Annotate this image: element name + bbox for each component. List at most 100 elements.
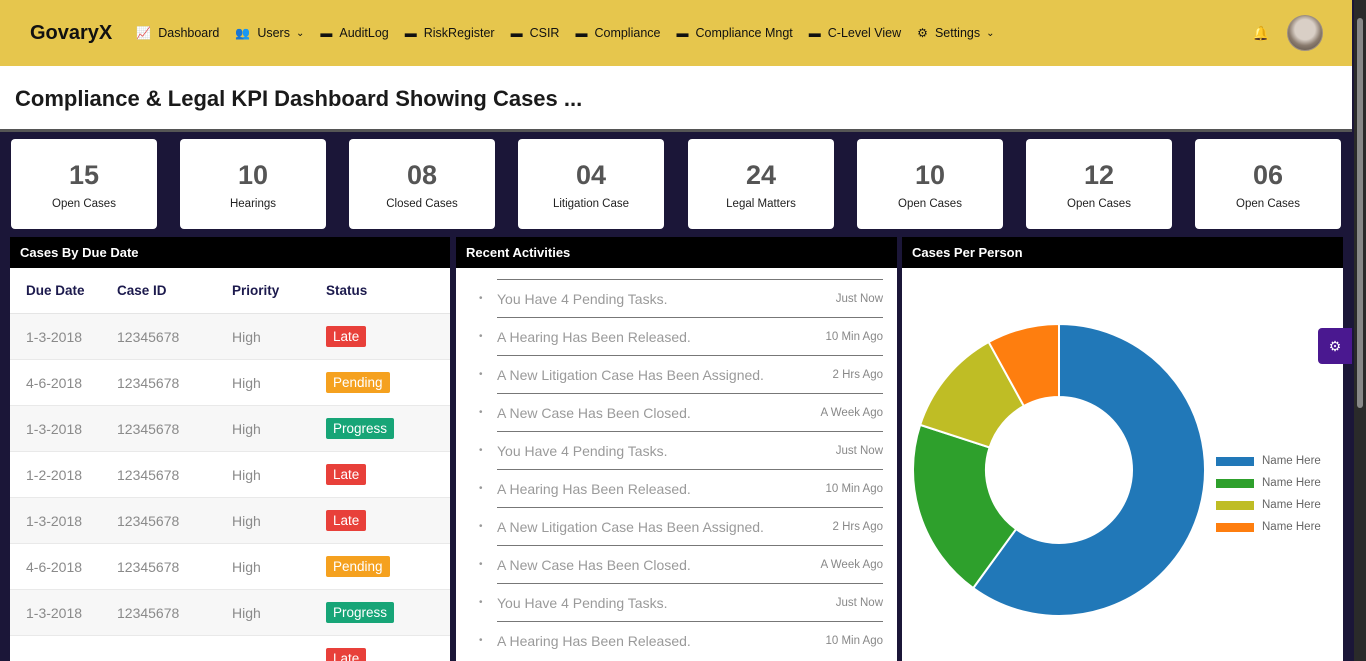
cases-by-due-date-panel: Cases By Due Date Due Date Case ID Prior… bbox=[10, 237, 450, 661]
bullet-icon: • bbox=[479, 444, 483, 456]
status-badge: Progress bbox=[326, 602, 395, 623]
legend-item[interactable]: Name Here bbox=[1216, 516, 1321, 538]
bullet-icon: • bbox=[479, 520, 483, 532]
scrollbar-thumb[interactable] bbox=[1357, 18, 1363, 408]
bullet-icon: • bbox=[479, 482, 483, 494]
top-navbar: GovaryX 📈 Dashboard 👥 Users ⌄ ▬ AuditLog ▬ RiskR… bbox=[0, 0, 1352, 66]
table-row[interactable]: Late bbox=[10, 636, 450, 661]
activity-text: A Hearing Has Been Released. bbox=[497, 480, 691, 497]
bullet-icon: • bbox=[479, 634, 483, 646]
cases-per-person-panel: Cases Per Person Name Here Name Here Name … bbox=[902, 237, 1343, 661]
list-item[interactable]: • A Hearing Has Been Released. 10 Min Ago bbox=[479, 469, 883, 507]
due-date-cell: 4-6-2018 bbox=[26, 374, 83, 391]
activity-text: A Hearing Has Been Released. bbox=[497, 632, 691, 649]
case-id-cell: 12345678 bbox=[117, 558, 180, 575]
activity-time: A Week Ago bbox=[820, 558, 883, 571]
table-row[interactable]: 1-3-2018 12345678 High Late bbox=[10, 314, 450, 360]
legend-swatch bbox=[1216, 500, 1254, 510]
list-item[interactable]: • A New Case Has Been Closed. A Week Ago bbox=[479, 545, 883, 583]
kpi-label: Open Cases bbox=[898, 198, 962, 210]
nav-item-auditlog[interactable]: ▬ AuditLog bbox=[320, 26, 388, 40]
activity-time: A Week Ago bbox=[820, 406, 883, 419]
kpi-card[interactable]: 06 Open Cases bbox=[1195, 139, 1341, 229]
kpi-label: Litigation Case bbox=[552, 198, 630, 210]
kpi-value: 10 bbox=[237, 160, 269, 190]
nav-item-riskregister[interactable]: ▬ RiskRegister bbox=[405, 26, 495, 40]
chart-legend: Name Here Name Here Name Here Name Here bbox=[1216, 450, 1321, 538]
column-header[interactable]: Status bbox=[326, 283, 446, 298]
status-badge: Pending bbox=[326, 556, 390, 577]
nav-item-compliance[interactable]: ▬ Compliance bbox=[575, 26, 660, 40]
due-date-cell: 1-2-2018 bbox=[26, 466, 83, 483]
kpi-card[interactable]: 15 Open Cases bbox=[11, 139, 157, 229]
bullet-icon: • bbox=[479, 368, 483, 380]
legend-swatch bbox=[1216, 522, 1254, 532]
table-row[interactable]: 1-2-2018 12345678 High Late bbox=[10, 452, 450, 498]
due-date-cell: 1-3-2018 bbox=[26, 512, 83, 529]
case-id-cell: 12345678 bbox=[117, 328, 180, 345]
priority-cell: High bbox=[232, 466, 261, 483]
status-badge: Late bbox=[326, 510, 367, 531]
kpi-card[interactable]: 08 Closed Cases bbox=[349, 139, 495, 229]
list-item[interactable]: • You Have 4 Pending Tasks. Just Now bbox=[479, 279, 883, 317]
activity-time: Just Now bbox=[835, 292, 883, 305]
list-item[interactable]: • A Hearing Has Been Released. 10 Min Ago bbox=[479, 621, 883, 659]
list-icon: ▬ bbox=[575, 26, 588, 40]
table-row[interactable]: 4-6-2018 12345678 High Pending bbox=[10, 360, 450, 406]
due-date-cell: 1-3-2018 bbox=[26, 604, 83, 621]
scrollbar[interactable] bbox=[1354, 0, 1366, 661]
column-header[interactable]: Case ID bbox=[117, 283, 232, 298]
kpi-value: 15 bbox=[68, 160, 100, 190]
column-header[interactable]: Due Date bbox=[10, 283, 117, 298]
nav-item-dashboard[interactable]: 📈 Dashboard bbox=[136, 26, 219, 40]
avatar[interactable] bbox=[1287, 15, 1323, 51]
list-item[interactable]: • You Have 4 Pending Tasks. Just Now bbox=[479, 583, 883, 621]
kpi-label: Legal Matters bbox=[726, 198, 796, 210]
kpi-card[interactable]: 24 Legal Matters bbox=[688, 139, 834, 229]
bell-icon[interactable]: 🔔 bbox=[1252, 25, 1269, 42]
kpi-value: 08 bbox=[406, 160, 438, 190]
kpi-card[interactable]: 10 Open Cases bbox=[857, 139, 1003, 229]
priority-cell: High bbox=[232, 420, 261, 437]
list-item[interactable]: • You Have 4 Pending Tasks. Just Now bbox=[479, 431, 883, 469]
nav-item-compliance-mngt[interactable]: ▬ Compliance Mngt bbox=[676, 26, 792, 40]
legend-item[interactable]: Name Here bbox=[1216, 450, 1321, 472]
nav-item-c-level-view[interactable]: ▬ C-Level View bbox=[809, 26, 901, 40]
column-header[interactable]: Priority bbox=[232, 283, 326, 298]
activity-time: 10 Min Ago bbox=[825, 330, 883, 343]
table-row[interactable]: 4-6-2018 12345678 High Pending bbox=[10, 544, 450, 590]
legend-label: Name Here bbox=[1262, 477, 1321, 489]
nav-item-users[interactable]: 👥 Users ⌄ bbox=[235, 26, 304, 40]
brand-logo[interactable]: GovaryX bbox=[30, 22, 112, 45]
table-row[interactable]: 1-3-2018 12345678 High Progress bbox=[10, 406, 450, 452]
activity-time: 2 Hrs Ago bbox=[832, 520, 884, 533]
activity-text: A Hearing Has Been Released. bbox=[497, 328, 691, 345]
status-badge: Late bbox=[326, 326, 367, 347]
nav-item-csir[interactable]: ▬ CSIR bbox=[511, 26, 560, 40]
nav-item-label: C-Level View bbox=[827, 26, 902, 40]
list-item[interactable]: • A Hearing Has Been Released. 10 Min Ago bbox=[479, 317, 883, 355]
list-item[interactable]: • A New Litigation Case Has Been Assigned… bbox=[479, 507, 883, 545]
case-id-cell: 12345678 bbox=[117, 374, 180, 391]
title-bar: Compliance & Legal KPI Dashboard Showing… bbox=[0, 66, 1352, 132]
legend-label: Name Here bbox=[1262, 521, 1321, 533]
list-item[interactable]: • A New Litigation Case Has Been Assigned… bbox=[479, 355, 883, 393]
activity-time: 2 Hrs Ago bbox=[832, 368, 884, 381]
kpi-value: 24 bbox=[745, 160, 777, 190]
kpi-card[interactable]: 10 Hearings bbox=[180, 139, 326, 229]
kpi-value: 04 bbox=[575, 160, 607, 190]
page-title: Compliance & Legal KPI Dashboard Showing… bbox=[15, 86, 583, 111]
activity-text: You Have 4 Pending Tasks. bbox=[497, 594, 668, 611]
table-row[interactable]: 1-3-2018 12345678 High Progress bbox=[10, 590, 450, 636]
kpi-card[interactable]: 12 Open Cases bbox=[1026, 139, 1172, 229]
due-date-cell: 1-3-2018 bbox=[26, 420, 83, 437]
legend-item[interactable]: Name Here bbox=[1216, 494, 1321, 516]
table-row[interactable]: 1-3-2018 12345678 High Late bbox=[10, 498, 450, 544]
kpi-card[interactable]: 04 Litigation Case bbox=[518, 139, 664, 229]
bullet-icon: • bbox=[479, 558, 483, 570]
list-item[interactable]: • A New Case Has Been Closed. A Week Ago bbox=[479, 393, 883, 431]
legend-item[interactable]: Name Here bbox=[1216, 472, 1321, 494]
priority-cell: High bbox=[232, 374, 261, 391]
nav-item-settings[interactable]: ⚙ Settings ⌄ bbox=[917, 26, 994, 40]
settings-gear-icon[interactable]: ⚙ bbox=[1318, 328, 1352, 364]
